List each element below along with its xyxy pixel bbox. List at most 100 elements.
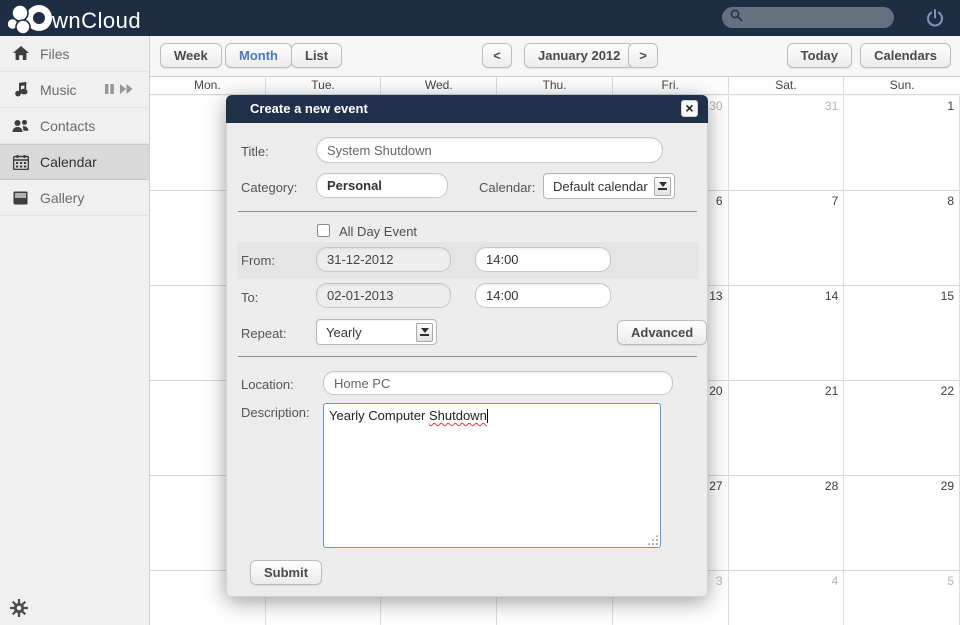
calendar-select[interactable]: Default calendar [543, 173, 675, 199]
weekday-header: Wed. [381, 77, 497, 94]
day-cell[interactable]: 29 [844, 476, 960, 571]
today-button[interactable]: Today [787, 43, 852, 68]
text-cursor [487, 409, 488, 423]
weekday-header: Sat. [729, 77, 845, 94]
calendars-button[interactable]: Calendars [860, 43, 951, 68]
day-number: 27 [709, 479, 722, 493]
weekday-header: Tue. [266, 77, 382, 94]
day-cell[interactable]: 31 [729, 96, 845, 191]
day-cell[interactable]: 15 [844, 286, 960, 381]
calendar-select-value: Default calendar [544, 179, 654, 194]
day-cell[interactable]: 21 [729, 381, 845, 476]
day-number: 3 [716, 574, 723, 588]
calendar-select-label: Calendar: [479, 180, 535, 195]
location-label: Location: [241, 377, 294, 392]
sidebar-item-label: Music [40, 82, 77, 98]
music-mini-player [104, 82, 134, 98]
weekday-header: Mon. [150, 77, 266, 94]
month-view-button[interactable]: Month [225, 43, 292, 68]
sidebar: Files Music [0, 36, 150, 625]
divider [238, 211, 697, 212]
description-textarea[interactable]: Yearly Computer Shutdown [323, 403, 661, 548]
day-number: 4 [832, 574, 839, 588]
allday-label: All Day Event [339, 224, 417, 239]
sidebar-item-gallery[interactable]: Gallery [0, 180, 149, 216]
dialog-titlebar[interactable]: Create a new event × [226, 95, 708, 123]
create-event-dialog: Create a new event × Title: Category: Ca… [226, 95, 708, 597]
calendar-toolbar: Week Month List < January 2012 > Today C… [150, 36, 960, 76]
repeat-select[interactable]: Yearly [316, 319, 437, 345]
to-label: To: [241, 290, 258, 305]
cloud-logo-icon [6, 1, 58, 40]
submit-button[interactable]: Submit [250, 560, 322, 585]
day-number: 15 [941, 289, 954, 303]
next-track-icon[interactable] [119, 82, 134, 98]
gallery-picture-icon [12, 189, 29, 206]
current-period-button[interactable]: January 2012 [524, 43, 634, 68]
from-time-input[interactable] [475, 247, 611, 272]
day-number: 29 [941, 479, 954, 493]
sidebar-item-music[interactable]: Music [0, 72, 149, 108]
day-number: 7 [832, 194, 839, 208]
day-number: 30 [709, 99, 722, 113]
category-input[interactable] [316, 173, 448, 198]
description-text: Yearly Computer [329, 408, 425, 423]
search-icon [729, 8, 744, 28]
sidebar-item-label: Contacts [40, 118, 95, 134]
title-label: Title: [241, 144, 269, 159]
advanced-button[interactable]: Advanced [617, 320, 707, 345]
day-number: 8 [947, 194, 954, 208]
day-cell[interactable]: 5 [844, 571, 960, 625]
to-date-input[interactable] [316, 283, 451, 308]
chevron-down-icon [654, 177, 671, 196]
pause-icon[interactable] [104, 82, 115, 98]
category-label: Category: [241, 180, 297, 195]
repeat-label: Repeat: [241, 326, 287, 341]
day-number: 31 [825, 99, 838, 113]
day-cell[interactable]: 22 [844, 381, 960, 476]
day-cell[interactable]: 4 [729, 571, 845, 625]
from-date-input[interactable] [316, 247, 451, 272]
to-time-input[interactable] [475, 283, 611, 308]
location-input[interactable] [323, 371, 673, 395]
day-cell[interactable]: 1 [844, 96, 960, 191]
owncloud-logo: wnCloud [6, 1, 141, 40]
divider [238, 356, 697, 357]
day-cell[interactable]: 8 [844, 191, 960, 286]
prev-month-button[interactable]: < [482, 43, 512, 68]
app-title: wnCloud [52, 8, 141, 34]
logout-power-icon[interactable] [925, 8, 945, 28]
sidebar-item-files[interactable]: Files [0, 36, 149, 72]
day-number: 20 [709, 384, 722, 398]
chevron-down-icon [416, 323, 433, 342]
close-icon[interactable]: × [681, 100, 698, 117]
home-icon [12, 45, 29, 62]
repeat-select-value: Yearly [317, 325, 416, 340]
music-note-icon [12, 81, 29, 98]
day-number: 1 [947, 99, 954, 113]
sidebar-item-calendar[interactable]: Calendar [0, 144, 149, 180]
contacts-people-icon [12, 117, 29, 134]
day-number: 6 [716, 194, 723, 208]
day-number: 14 [825, 289, 838, 303]
day-number: 13 [709, 289, 722, 303]
search-input[interactable] [722, 7, 894, 28]
day-number: 22 [941, 384, 954, 398]
topbar: wnCloud [0, 0, 960, 36]
description-misspelled-word: Shutdown [429, 408, 487, 423]
day-number: 5 [947, 574, 954, 588]
resize-grip[interactable] [647, 534, 658, 545]
sidebar-item-contacts[interactable]: Contacts [0, 108, 149, 144]
allday-checkbox[interactable] [317, 224, 330, 237]
day-cell[interactable]: 28 [729, 476, 845, 571]
day-cell[interactable]: 14 [729, 286, 845, 381]
settings-gear-icon[interactable] [10, 599, 28, 617]
next-month-button[interactable]: > [628, 43, 658, 68]
weekday-header-row: Mon. Tue. Wed. Thu. Fri. Sat. Sun. [150, 76, 960, 95]
list-view-button[interactable]: List [291, 43, 342, 68]
day-cell[interactable]: 7 [729, 191, 845, 286]
week-view-button[interactable]: Week [160, 43, 222, 68]
event-title-input[interactable] [316, 137, 663, 163]
description-label: Description: [241, 405, 310, 420]
weekday-header: Thu. [497, 77, 613, 94]
